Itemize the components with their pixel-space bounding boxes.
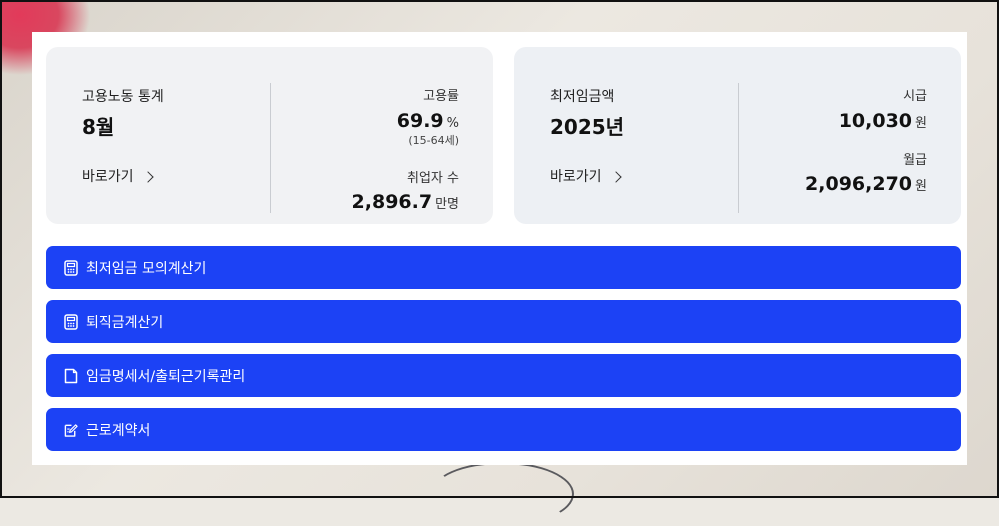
stats-card-link-label: 바로가기 [82,169,134,185]
monthly-wage-unit: 원 [915,179,927,194]
employment-rate-unit: % [446,116,459,131]
calculator-icon [64,313,78,330]
hourly-wage-block: 시급 10,030 원 [839,85,927,132]
button-label: 퇴직금계산기 [86,314,164,331]
monthly-wage-block: 월급 2,096,270 원 [805,149,927,195]
employment-contract-button[interactable]: 근로계약서 [46,408,961,451]
employment-rate-label: 고용률 [423,89,459,104]
severance-calculator-button[interactable]: 퇴직금계산기 [46,300,961,343]
card-divider [738,83,739,213]
edit-document-icon [64,422,78,438]
chevron-right-icon [609,170,622,183]
minimum-wage-calculator-button[interactable]: 최저임금 모의계산기 [46,246,961,289]
wage-card-title: 최저임금액 [550,89,615,105]
wage-card-year: 2025년 [550,115,625,139]
document-icon [64,368,78,384]
employed-count-block: 취업자 수 2,896.7 만명 [352,167,459,213]
content-panel: 고용노동 통계 8월 바로가기 고용률 69.9% (15-64세) 취업자 수… [32,32,967,465]
background-decoration [430,462,574,526]
hourly-wage-unit: 원 [915,116,927,131]
monthly-wage-value: 2,096,270 [805,173,913,195]
stats-card-link[interactable]: 바로가기 [82,166,154,186]
chevron-right-icon [141,170,154,183]
button-label: 근로계약서 [86,422,151,439]
wage-card-link-label: 바로가기 [550,169,602,185]
employed-count-value: 2,896.7 [351,191,433,213]
employment-rate-note: (15-64세) [408,134,459,147]
employment-rate-value: 69.9 [396,110,444,132]
minimum-wage-card: 최저임금액 2025년 바로가기 시급 10,030 원 월급 2,096,270… [514,47,961,224]
card-divider [270,83,271,213]
monthly-wage-label: 월급 [903,153,927,168]
employed-count-label: 취업자 수 [407,171,459,186]
calculator-icon [64,259,78,276]
stats-card-month: 8월 [82,115,115,139]
employment-rate-block: 고용률 69.9% (15-64세) [397,85,459,148]
employment-stats-card: 고용노동 통계 8월 바로가기 고용률 69.9% (15-64세) 취업자 수… [46,47,493,224]
button-label: 임금명세서/출퇴근기록관리 [86,368,246,385]
employed-count-unit: 만명 [435,197,459,212]
hourly-wage-label: 시급 [903,89,927,104]
wage-card-link[interactable]: 바로가기 [550,166,622,186]
hourly-wage-value: 10,030 [838,110,913,132]
stats-card-title: 고용노동 통계 [82,89,164,105]
payslip-attendance-button[interactable]: 임금명세서/출퇴근기록관리 [46,354,961,397]
button-label: 최저임금 모의계산기 [86,260,207,277]
